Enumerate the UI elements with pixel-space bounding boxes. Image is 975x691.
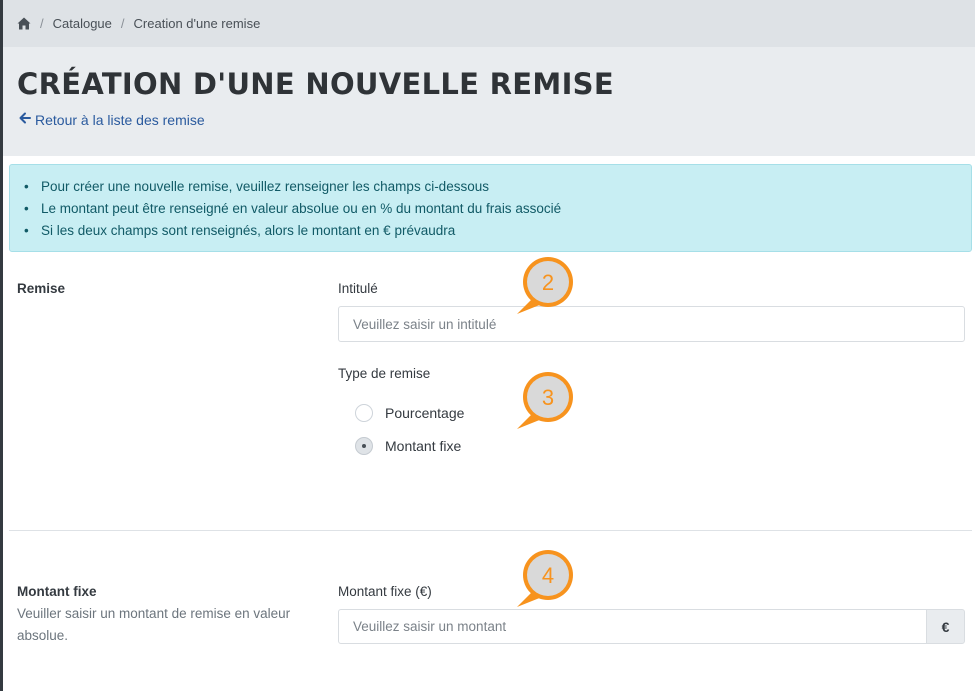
radio-montant-fixe[interactable]: Montant fixe [355, 437, 461, 455]
info-text: Si les deux champs sont renseignés, alor… [41, 223, 456, 238]
left-edge [0, 0, 3, 691]
montant-section-label: Montant fixe [17, 584, 97, 599]
radio-button-checked[interactable] [355, 437, 373, 455]
home-icon[interactable] [17, 17, 31, 31]
breadcrumb-current: Creation d'une remise [133, 16, 261, 31]
callout-number: 3 [542, 385, 554, 410]
back-to-list-link[interactable]: Retour à la liste des remise [19, 111, 205, 128]
callout-number: 2 [542, 270, 554, 295]
page-title: CRÉATION D'UNE NOUVELLE REMISE [17, 67, 614, 101]
info-list: • Pour créer une nouvelle remise, veuille… [24, 178, 561, 244]
back-link-label: Retour à la liste des remise [35, 111, 205, 128]
radio-button[interactable] [355, 404, 373, 422]
callout-number: 4 [542, 563, 554, 588]
radio-label: Montant fixe [385, 438, 462, 454]
intitule-label: Intitulé [338, 281, 378, 296]
arrow-left-icon [19, 111, 31, 128]
breadcrumb-separator: / [40, 16, 44, 31]
radio-label: Pourcentage [385, 405, 465, 421]
type-remise-label: Type de remise [338, 366, 431, 381]
list-item: • Pour créer une nouvelle remise, veuille… [24, 178, 561, 200]
euro-addon: € [926, 609, 965, 644]
callout-4: 4 [517, 550, 573, 607]
info-text: Pour créer une nouvelle remise, veuillez… [41, 179, 489, 194]
montant-field-label: Montant fixe (€) [338, 584, 432, 599]
list-item: • Le montant peut être renseigné en valeu… [24, 200, 561, 222]
callout-3: 3 [517, 372, 573, 429]
montant-input[interactable] [338, 609, 927, 644]
intitule-input[interactable] [338, 306, 965, 342]
montant-help-text: Veuiller saisir un montant de remise en … [17, 606, 291, 643]
info-alert: • Pour créer une nouvelle remise, veuille… [9, 164, 972, 252]
breadcrumb-separator: / [120, 16, 125, 31]
page-header: CRÉATION D'UNE NOUVELLE REMISE Retour à … [3, 47, 975, 156]
list-item: • Si les deux champs sont renseignés, alo… [24, 222, 561, 244]
callout-2: 2 [517, 257, 573, 314]
remise-section-label: Remise [17, 281, 66, 296]
breadcrumb-catalogue[interactable]: Catalogue [53, 16, 112, 31]
info-text: Le montant peut être renseigné en valeur… [41, 201, 562, 216]
section-divider [9, 530, 972, 531]
radio-pourcentage[interactable]: Pourcentage [355, 404, 464, 422]
breadcrumb: / Catalogue / Creation d'une remise [3, 0, 975, 47]
